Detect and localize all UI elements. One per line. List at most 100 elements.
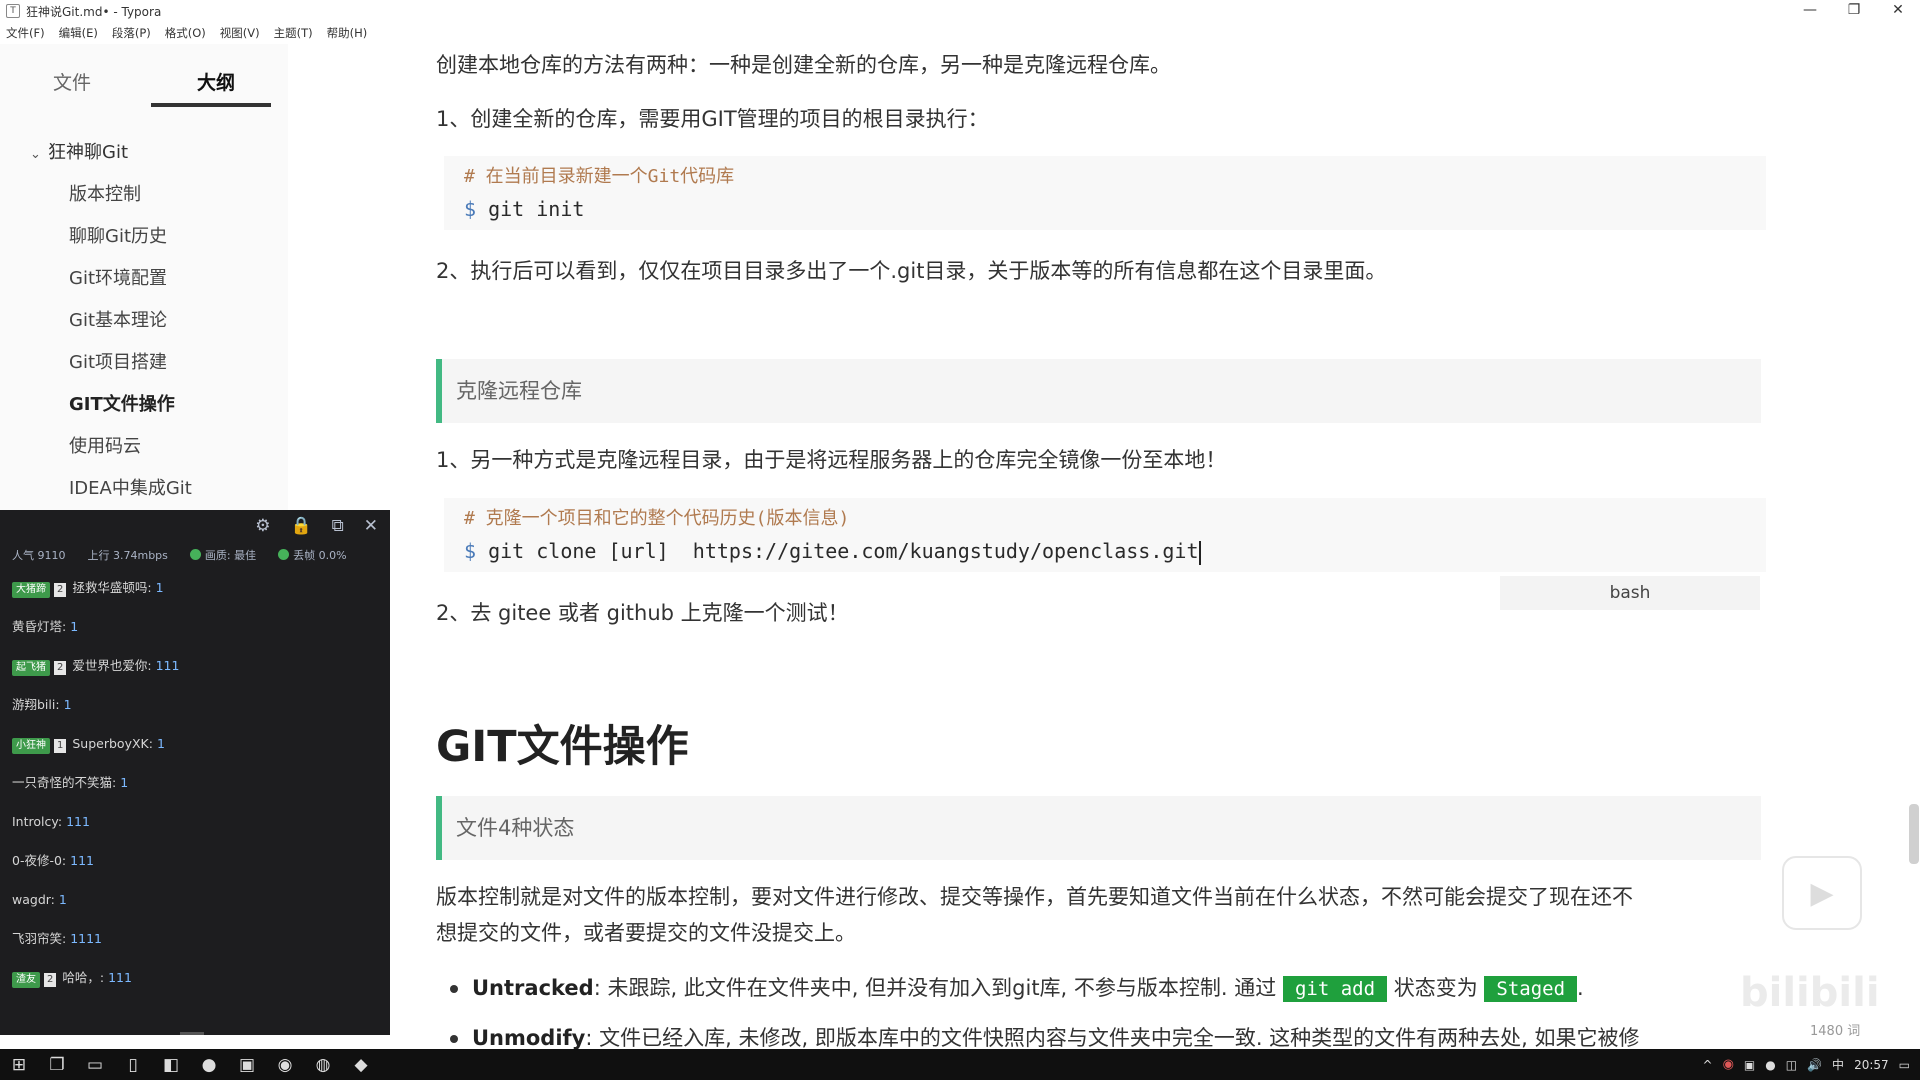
paragraph: 1、创建全新的仓库，需要用GIT管理的项目的根目录执行： [436, 107, 989, 131]
lock-icon[interactable]: 🔒 [290, 516, 311, 536]
prompt-symbol: $ [464, 539, 489, 563]
play-icon[interactable]: ▶ [1782, 856, 1862, 930]
typora-app-icon: T [6, 4, 20, 18]
chat-text: 1 [120, 775, 129, 790]
list-text: 状态变为 [1393, 976, 1478, 1000]
list-item: Unmodify: 文件已经入库, 未修改, 即版本库中的文件快照内容与文件夹中… [450, 1022, 1640, 1049]
close-icon[interactable]: ✕ [1876, 0, 1920, 22]
tray-icon[interactable]: ◉ [1723, 1057, 1734, 1072]
notification-icon[interactable]: ▭ [1899, 1058, 1910, 1072]
outline-item[interactable]: IDEA中集成Git [0, 468, 288, 510]
outline-item[interactable]: 使用码云 [0, 426, 288, 468]
outline-item[interactable]: Git环境配置 [0, 258, 288, 300]
menu-help[interactable]: 帮助(H) [327, 25, 368, 41]
active-tab-indicator [151, 103, 271, 107]
chat-text: 1 [155, 580, 164, 595]
chevron-up-icon[interactable]: ^ [1703, 1058, 1713, 1072]
chat-scrollbar[interactable] [180, 1032, 204, 1035]
title-bar: T 狂神说Git.md• - Typora — ❐ ✕ [0, 0, 1920, 22]
window-title: 狂神说Git.md• - Typora [26, 4, 162, 19]
outline-item-active[interactable]: GIT文件操作 [0, 384, 288, 426]
chat-message: 一只奇怪的不笑猫: 1 [0, 763, 390, 802]
live-chat-panel: ⚙ 🔒 ⧉ ✕ 人气 9110 上行 3.74mbps 画质: 最佳 丢帧 0.… [0, 510, 390, 1035]
chat-message: 渣友 2 哈哈，: 111 [0, 958, 390, 997]
popularity-stat: 人气 9110 [12, 549, 66, 562]
chat-user: SuperboyXK: [72, 736, 153, 751]
windows-start-icon[interactable]: ⊞ [10, 1055, 28, 1075]
app-icon[interactable]: ◉ [276, 1055, 294, 1075]
outline-root[interactable]: ⌄ 狂神聊Git [0, 132, 288, 174]
prompt-symbol: $ [464, 197, 489, 221]
gear-icon[interactable]: ⚙ [255, 516, 270, 536]
chat-message: 大猪蹄 2 拯救华盛顿吗: 1 [0, 568, 390, 607]
code-block[interactable]: # 在当前目录新建一个Git代码库 $ git init [444, 156, 1766, 230]
tab-outline[interactable]: 大纲 [144, 44, 288, 108]
app-icon[interactable]: ◍ [314, 1055, 332, 1075]
app-icon[interactable]: ▣ [238, 1055, 256, 1075]
code-line: $ git clone [url] https://gitee.com/kuan… [444, 535, 1766, 568]
list-text: . [1577, 976, 1584, 1000]
chat-text: 111 [70, 853, 94, 868]
minimize-icon[interactable]: — [1788, 0, 1832, 22]
outline-item[interactable]: 聊聊Git历史 [0, 216, 288, 258]
paragraph: 想提交的文件，或者要提交的文件没提交上。 [436, 921, 856, 945]
paragraph: 2、执行后可以看到，仅仅在项目目录多出了一个.git目录，关于版本等的所有信息都… [436, 259, 1387, 283]
code-language-input[interactable]: bash [1500, 576, 1760, 610]
wechat-icon[interactable]: ● [200, 1055, 218, 1075]
volume-icon[interactable]: 🔊 [1807, 1058, 1822, 1072]
chat-message: Introlcy: 111 [0, 802, 390, 841]
outline-item[interactable]: 版本控制 [0, 174, 288, 216]
task-view-icon[interactable]: ❐ [48, 1055, 66, 1075]
markdown-editor[interactable]: 创建本地仓库的方法有两种：一种是创建全新的仓库，另一种是克隆远程仓库。 1、创建… [436, 44, 1766, 1049]
typora-icon[interactable]: ▯ [124, 1055, 142, 1075]
chat-message: 飞羽帘笑: 1111 [0, 919, 390, 958]
tray-icon[interactable]: ▣ [1744, 1058, 1755, 1072]
loss-stat: 丢帧 0.0% [278, 547, 347, 563]
outline-item[interactable]: Git项目搭建 [0, 342, 288, 384]
menu-edit[interactable]: 编辑(E) [59, 25, 98, 41]
ime-indicator[interactable]: 中 [1832, 1056, 1844, 1073]
chat-message: wagdr: 1 [0, 880, 390, 919]
app-icon[interactable]: ◧ [162, 1055, 180, 1075]
outline-item[interactable]: Git基本理论 [0, 300, 288, 342]
close-icon[interactable]: ✕ [364, 516, 378, 536]
blockquote: 文件4种状态 [436, 796, 1761, 860]
taskbar: ⊞ ❐ ▭ ▯ ◧ ● ▣ ◉ ◍ ◆ ^ ◉ ▣ ● ◫ 🔊 中 20:57 … [0, 1049, 1920, 1080]
chat-user: 飞羽帘笑: [12, 931, 67, 946]
upload-stat: 上行 3.74mbps [87, 549, 168, 562]
chat-user: 爱世界也爱你: [72, 658, 152, 673]
tab-files[interactable]: 文件 [0, 44, 144, 108]
menu-view[interactable]: 视图(V) [220, 25, 260, 41]
sidebar: 文件 大纲 ⌄ 狂神聊Git 版本控制 聊聊Git历史 Git环境配置 Git基本… [0, 44, 288, 510]
menu-paragraph[interactable]: 段落(P) [112, 25, 151, 41]
restore-icon[interactable]: ❐ [1832, 0, 1876, 22]
fan-level: 2 [54, 583, 67, 597]
chat-text: 1 [70, 619, 79, 634]
file-explorer-icon[interactable]: ▭ [86, 1055, 104, 1075]
menu-theme[interactable]: 主题(T) [274, 25, 313, 41]
popout-icon[interactable]: ⧉ [332, 516, 344, 536]
network-icon[interactable]: ◫ [1786, 1058, 1797, 1072]
menu-file[interactable]: 文件(F) [6, 25, 45, 41]
code-line: $ git init [444, 193, 1766, 226]
clock[interactable]: 20:57 [1854, 1058, 1889, 1072]
chat-message: 0-夜修-0: 111 [0, 841, 390, 880]
code-command: git init [488, 197, 585, 221]
chat-text: 1 [156, 736, 165, 751]
chat-user: 游翔bili: [12, 697, 60, 712]
chat-user: 一只奇怪的不笑猫: [12, 775, 117, 790]
editor-scrollbar[interactable] [1909, 804, 1919, 864]
chevron-down-icon[interactable]: ⌄ [30, 134, 48, 176]
status-dot-icon [189, 549, 201, 560]
word-count[interactable]: 1480 词 [1810, 1020, 1860, 1039]
chat-text: 1111 [70, 931, 103, 946]
list-item: Untracked: 未跟踪, 此文件在文件夹中, 但并没有加入到git库, 不… [450, 972, 1584, 1002]
quality-label: 画质: 最佳 [204, 549, 257, 562]
menu-format[interactable]: 格式(O) [165, 25, 206, 41]
wechat-icon[interactable]: ● [1765, 1058, 1775, 1072]
code-block[interactable]: # 克隆一个项目和它的整个代码历史(版本信息) $ git clone [url… [444, 498, 1766, 572]
paragraph: 版本控制就是对文件的版本控制，要对文件进行修改、提交等操作，首先要知道文件当前在… [436, 885, 1633, 909]
app-icon[interactable]: ◆ [352, 1055, 370, 1075]
fan-level: 2 [44, 973, 57, 987]
fan-badge: 起飞猪 [12, 660, 50, 676]
